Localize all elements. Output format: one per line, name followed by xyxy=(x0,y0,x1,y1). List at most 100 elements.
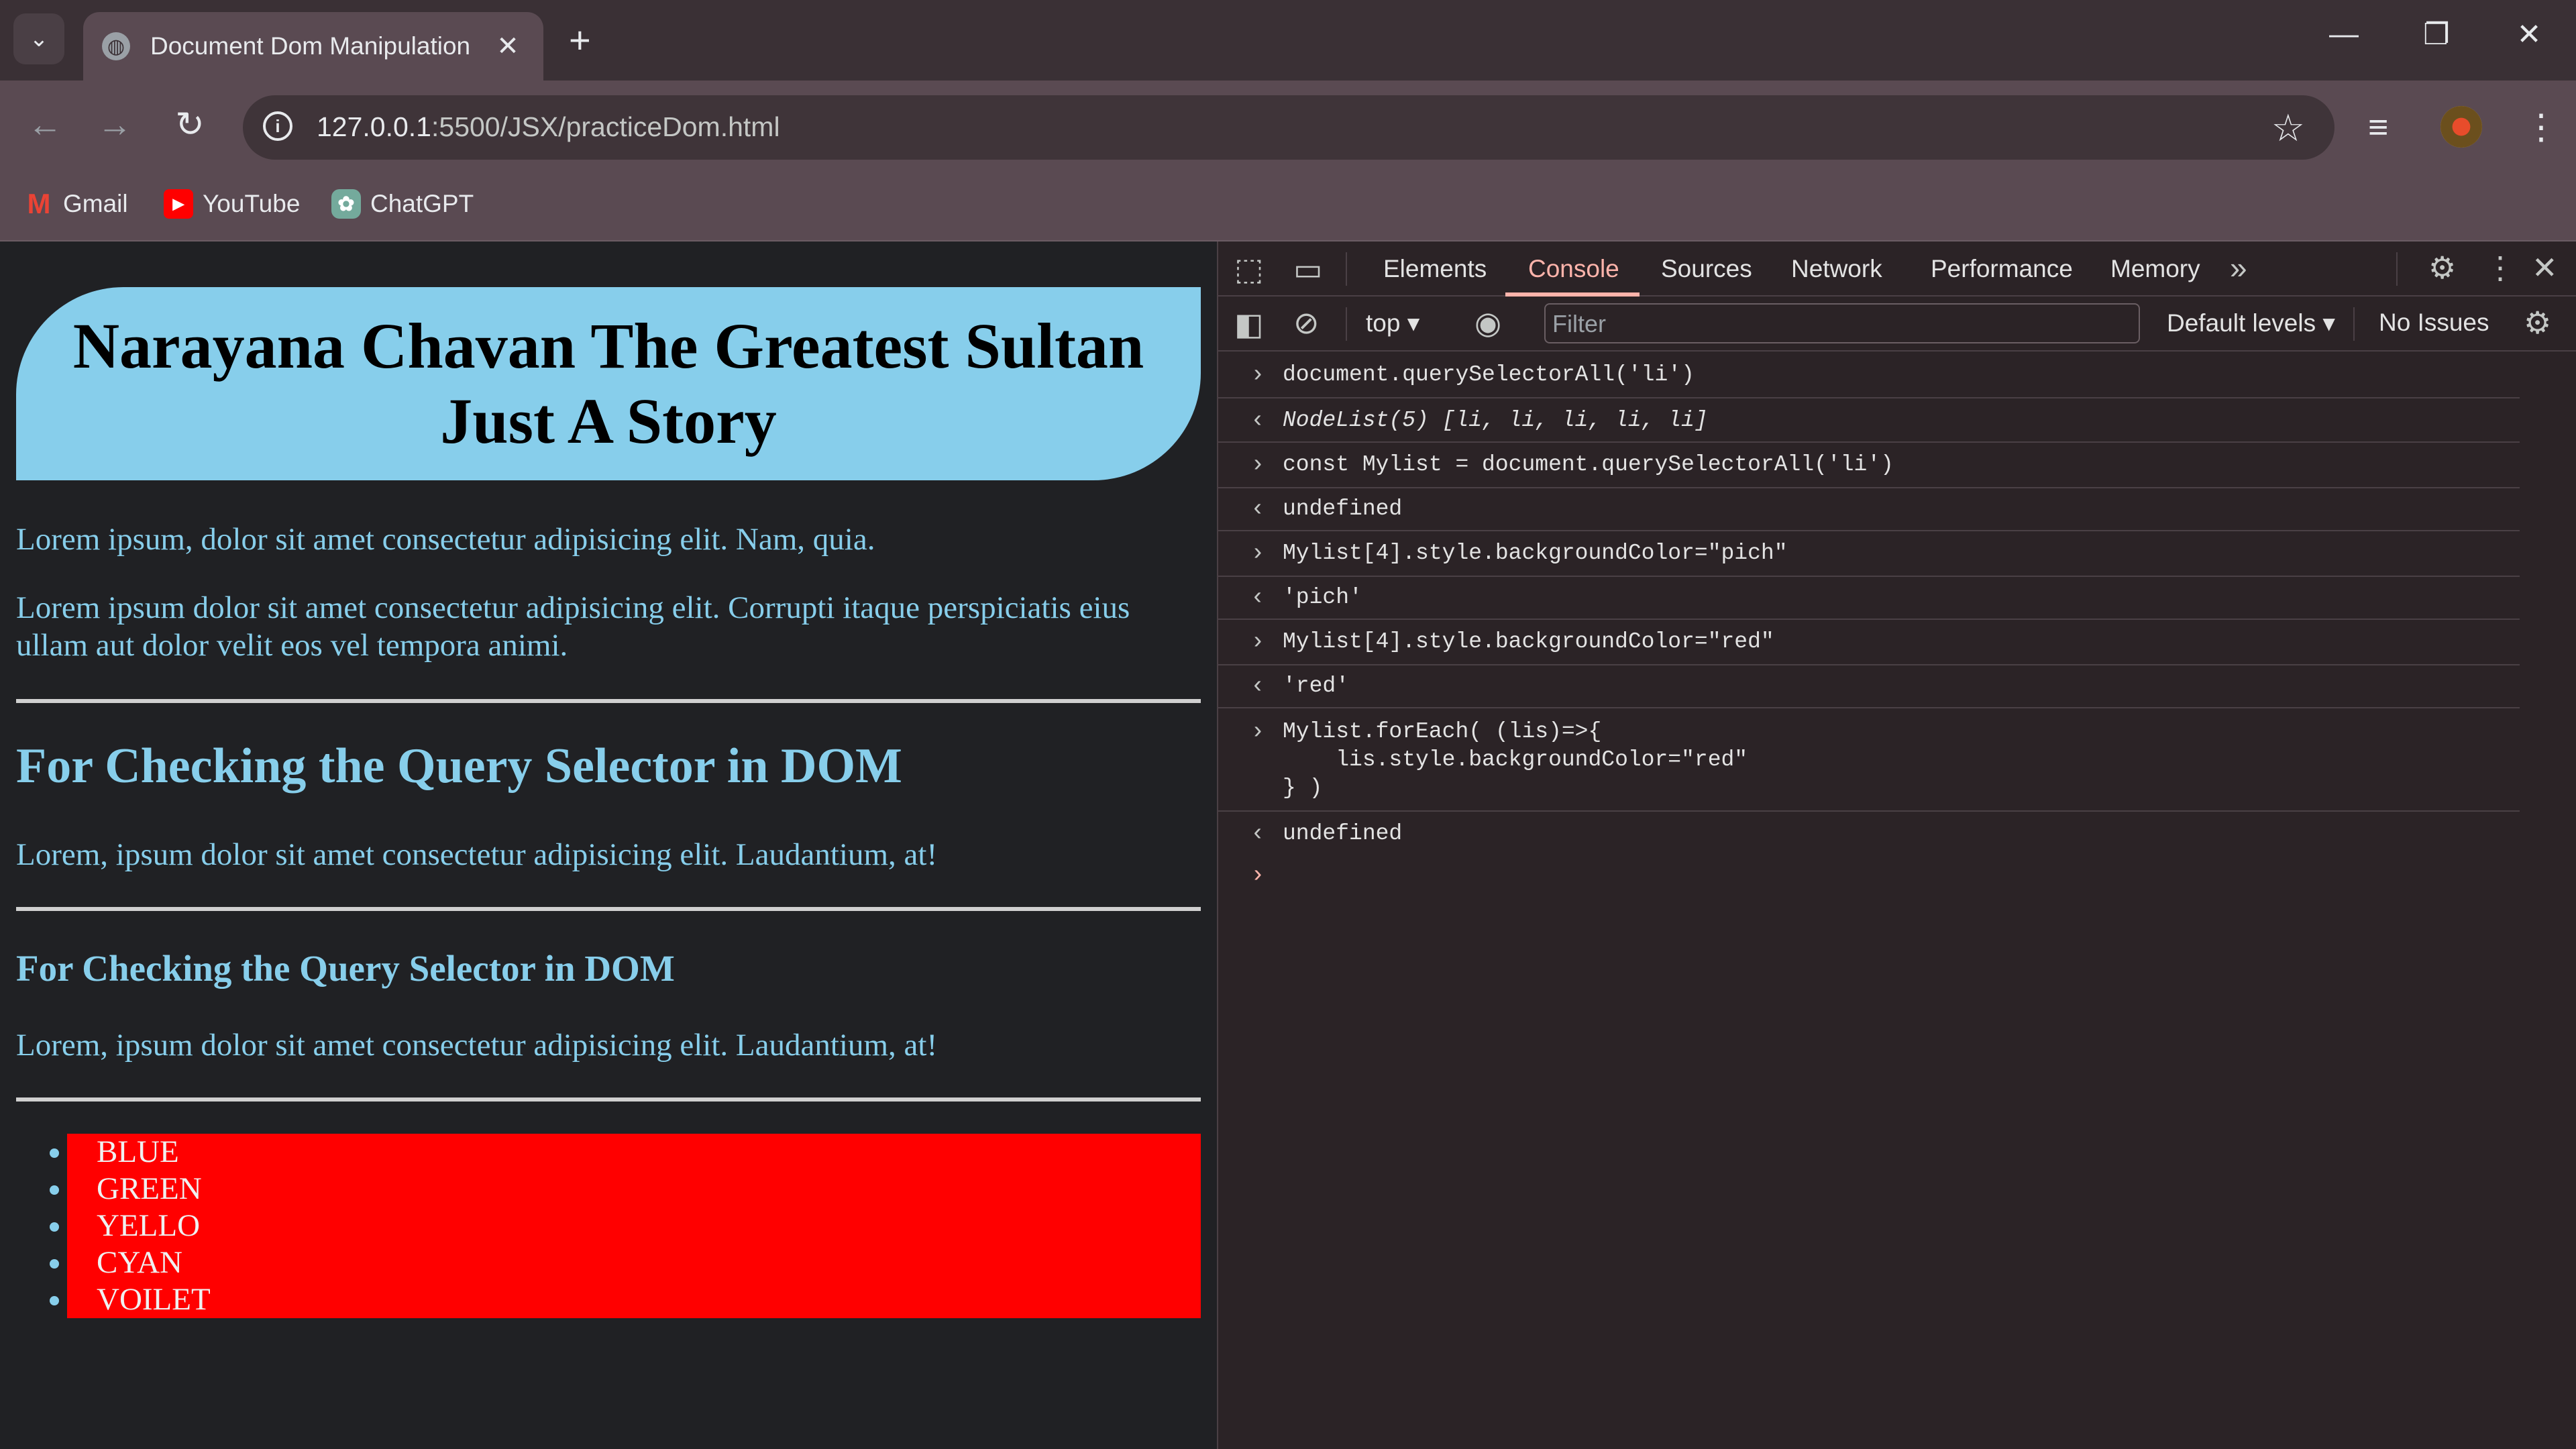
devtools-panel: ⬚ ▭ Elements Console Sources Network Per… xyxy=(1217,241,2576,1449)
bookmark-label: ChatGPT xyxy=(370,190,474,217)
console-input-row[interactable]: › const Mylist = document.querySelectorA… xyxy=(1218,443,2520,488)
input-chevron-icon: › xyxy=(1250,361,1265,388)
minimize-icon[interactable]: — xyxy=(2317,17,2371,51)
profile-avatar[interactable] xyxy=(2440,106,2482,148)
console-input-row[interactable]: › Mylist.forEach( (lis)=>{ lis.style.bac… xyxy=(1218,708,2520,812)
page-title: Narayana Chavan The Greatest Sultan Just… xyxy=(72,310,1144,457)
reload-icon[interactable]: ↻ xyxy=(166,105,213,145)
separator xyxy=(2396,252,2398,286)
list-item: VOILET xyxy=(50,1281,1201,1318)
close-window-icon[interactable]: ✕ xyxy=(2502,17,2556,52)
context-selector[interactable]: top ▾ xyxy=(1366,309,1419,337)
list-item: CYAN xyxy=(50,1244,1201,1281)
tab-console[interactable]: Console xyxy=(1528,255,1619,283)
console-code: document.querySelectorAll('li') xyxy=(1283,362,1695,387)
media-queue-icon[interactable]: ≡ xyxy=(2368,107,2388,148)
list-item: BLUE xyxy=(50,1134,1201,1171)
paragraph: Lorem, ipsum dolor sit amet consectetur … xyxy=(16,1028,938,1063)
result-arrow-icon: ‹ xyxy=(1250,495,1265,523)
new-tab-plus-icon[interactable]: + xyxy=(569,19,591,62)
result-arrow-icon: ‹ xyxy=(1250,407,1265,434)
address-bar[interactable]: i 127.0.0.1:5500/JSX/practiceDom.html ☆ xyxy=(243,95,2334,160)
devtools-menu-icon[interactable]: ⋮ xyxy=(2485,250,2516,286)
tab-elements[interactable]: Elements xyxy=(1383,255,1487,283)
tab-sources[interactable]: Sources xyxy=(1661,255,1752,283)
divider xyxy=(16,1097,1201,1102)
url-text[interactable]: 127.0.0.1:5500/JSX/practiceDom.html xyxy=(317,111,780,143)
console-result-row[interactable]: ‹ NodeList(5) [li, li, li, li, li] xyxy=(1218,398,2520,443)
url-host: 127.0.0.1 xyxy=(317,111,431,142)
tab-network[interactable]: Network xyxy=(1791,255,1882,283)
browser-tab[interactable]: ◍ Document Dom Manipulation ✕ xyxy=(83,12,543,80)
back-arrow-icon[interactable]: ← xyxy=(21,105,68,145)
console-code: const Mylist = document.querySelectorAll… xyxy=(1283,452,1894,477)
bookmark-label: Gmail xyxy=(63,190,128,217)
console-input-row[interactable]: › Mylist[4].style.backgroundColor="pich" xyxy=(1218,531,2520,577)
bookmark-star-icon[interactable]: ☆ xyxy=(2271,106,2305,150)
sidebar-toggle-icon[interactable]: ◧ xyxy=(1234,306,1263,342)
console-input-row[interactable]: › Mylist[4].style.backgroundColor="red" xyxy=(1218,620,2520,665)
chatgpt-icon: ✿ xyxy=(331,189,361,219)
list-item: GREEN xyxy=(50,1171,1201,1208)
bookmark-chatgpt[interactable]: ✿ ChatGPT xyxy=(331,189,474,219)
console-filter-input[interactable]: Filter xyxy=(1544,303,2140,343)
close-tab-icon[interactable]: ✕ xyxy=(491,31,525,62)
more-tabs-chevron-icon[interactable]: » xyxy=(2230,250,2247,286)
tab-search-chevron-icon[interactable]: ⌄ xyxy=(13,13,64,64)
tab-title: Document Dom Manipulation xyxy=(150,32,471,60)
console-result: undefined xyxy=(1283,821,1403,846)
log-levels-dropdown[interactable]: Default levels ▾ xyxy=(2167,309,2335,337)
settings-gear-icon[interactable]: ⚙ xyxy=(2428,250,2456,286)
restore-icon[interactable]: ❐ xyxy=(2410,17,2463,52)
devtools-tab-bar: ⬚ ▭ Elements Console Sources Network Per… xyxy=(1218,241,2576,297)
clear-console-icon[interactable]: ⊘ xyxy=(1293,305,1320,341)
console-result: undefined xyxy=(1283,496,1403,521)
console-result-row: ‹ 'pich' xyxy=(1218,577,2520,620)
console-code: } ) xyxy=(1283,775,1323,800)
tab-strip: ⌄ ◍ Document Dom Manipulation ✕ + — ❐ ✕ xyxy=(0,0,2576,80)
globe-icon: ◍ xyxy=(102,32,130,60)
youtube-icon: ▶ xyxy=(164,189,193,219)
result-arrow-icon: ‹ xyxy=(1250,584,1265,611)
bookmark-gmail[interactable]: M Gmail xyxy=(24,188,128,219)
console-settings-gear-icon[interactable]: ⚙ xyxy=(2524,305,2551,341)
bookmark-youtube[interactable]: ▶ YouTube xyxy=(164,189,300,219)
console-result-row: ‹ undefined xyxy=(1218,488,2520,531)
console-code: Mylist.forEach( (lis)=>{ xyxy=(1283,719,1602,744)
input-chevron-icon: › xyxy=(1250,628,1265,655)
tab-performance[interactable]: Performance xyxy=(1931,255,2073,283)
issues-counter[interactable]: No Issues xyxy=(2379,309,2489,337)
console-result[interactable]: NodeList(5) [li, li, li, li, li] xyxy=(1283,407,1708,435)
section-heading: For Checking the Query Selector in DOM xyxy=(16,739,902,794)
url-path: :5500/JSX/practiceDom.html xyxy=(431,111,780,142)
bookmarks-bar: M Gmail ▶ YouTube ✿ ChatGPT xyxy=(0,173,2576,241)
console-input-row[interactable]: › document.querySelectorAll('li') xyxy=(1218,352,2520,398)
divider xyxy=(16,907,1201,911)
inspect-element-icon[interactable]: ⬚ xyxy=(1234,251,1263,287)
divider xyxy=(16,699,1201,703)
tab-memory[interactable]: Memory xyxy=(2110,255,2200,283)
site-info-icon[interactable]: i xyxy=(263,111,292,141)
subsection-heading: For Checking the Query Selector in DOM xyxy=(16,948,675,989)
paragraph: Lorem ipsum dolor sit amet consectetur a… xyxy=(16,590,1130,663)
separator xyxy=(2353,307,2355,341)
list-item: YELLO xyxy=(50,1208,1201,1244)
live-expression-eye-icon[interactable]: ◉ xyxy=(1474,305,1501,341)
gmail-icon: M xyxy=(27,188,51,219)
console-result: 'red' xyxy=(1283,674,1350,698)
page-viewport: Narayana Chavan The Greatest Sultan Just… xyxy=(0,241,1217,1449)
console-prompt-icon[interactable]: › xyxy=(1250,861,1265,889)
console-code: Mylist[4].style.backgroundColor="pich" xyxy=(1283,541,1788,566)
separator xyxy=(1346,252,1347,286)
console-result-row: ‹ undefined xyxy=(1218,812,2520,856)
forward-arrow-icon[interactable]: → xyxy=(91,105,138,145)
result-arrow-icon: ‹ xyxy=(1250,672,1265,700)
menu-kebab-icon[interactable]: ⋮ xyxy=(2524,107,2559,148)
bookmark-label: YouTube xyxy=(203,190,301,217)
device-toolbar-icon[interactable]: ▭ xyxy=(1293,251,1322,287)
console-code: Mylist[4].style.backgroundColor="red" xyxy=(1283,629,1774,654)
paragraph: Lorem ipsum, dolor sit amet consectetur … xyxy=(16,522,875,557)
color-list: BLUE GREEN YELLO CYAN VOILET xyxy=(50,1134,1201,1318)
input-chevron-icon: › xyxy=(1250,539,1265,567)
close-devtools-icon[interactable]: ✕ xyxy=(2532,250,2558,286)
